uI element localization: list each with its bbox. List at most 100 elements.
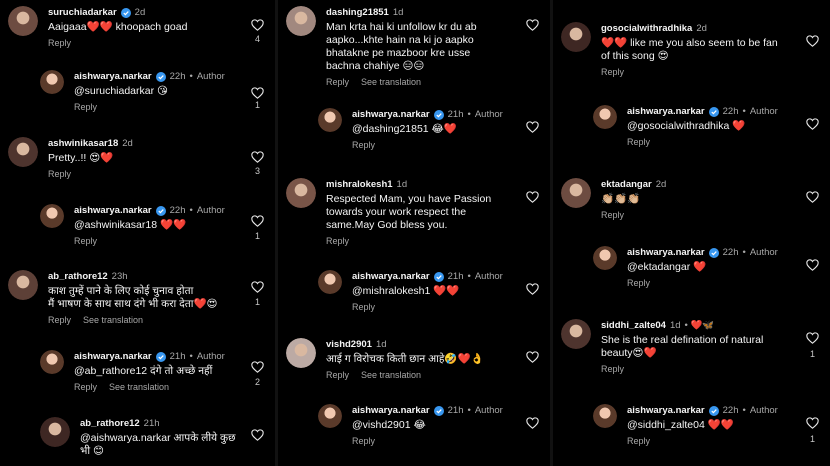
like-heart-icon[interactable] [806, 258, 819, 271]
avatar-image [40, 350, 64, 374]
comment-actions: Reply [627, 278, 662, 288]
separator-dot: • [467, 405, 471, 416]
comment-text: @siddhi_zalte04 ❤️❤️ [627, 419, 734, 431]
like-heart-icon[interactable] [251, 360, 264, 373]
comment-text: Respected Mam, you have Passion towards … [326, 193, 492, 231]
username-link[interactable]: siddhi_zalte04 [601, 320, 666, 331]
avatar-image [40, 417, 70, 447]
comment-header: aishwarya.narkar 22h • Author [74, 205, 225, 216]
like-heart-icon[interactable] [251, 18, 264, 31]
reply-button[interactable]: Reply [627, 278, 650, 288]
comment-text: 👏🏼👏🏼👏🏼 [601, 193, 641, 205]
author-label: Author [474, 271, 503, 282]
avatar[interactable] [40, 204, 64, 228]
username-link[interactable]: aishwarya.narkar [352, 271, 430, 282]
username-link[interactable]: mishralokesh1 [326, 179, 393, 190]
comment-header: mishralokesh1 1d [326, 179, 407, 190]
comment-timestamp: 23h [111, 271, 128, 282]
username-link[interactable]: aishwarya.narkar [627, 106, 705, 117]
avatar[interactable] [8, 6, 38, 36]
see-translation-button[interactable]: See translation [83, 315, 143, 325]
username-link[interactable]: aishwarya.narkar [352, 405, 430, 416]
reply-button[interactable]: Reply [326, 77, 349, 87]
like-heart-icon[interactable] [526, 18, 539, 31]
reply-button[interactable]: Reply [352, 140, 375, 150]
like-heart-icon[interactable] [251, 150, 264, 163]
reply-button[interactable]: Reply [48, 38, 71, 48]
reply-button[interactable]: Reply [601, 364, 624, 374]
like-heart-icon[interactable] [251, 214, 264, 227]
reply-button[interactable]: Reply [326, 370, 349, 380]
avatar[interactable] [318, 108, 342, 132]
avatar[interactable] [318, 270, 342, 294]
reply-button[interactable]: Reply [627, 137, 650, 147]
comment-header: gosocialwithradhika 2d [601, 23, 707, 34]
avatar[interactable] [286, 178, 316, 208]
reply-button[interactable]: Reply [601, 67, 624, 77]
see-translation-button[interactable]: See translation [361, 77, 421, 87]
username-link[interactable]: suruchiadarkar [48, 7, 117, 18]
username-link[interactable]: ashwinikasar18 [48, 138, 118, 149]
like-heart-icon[interactable] [806, 331, 819, 344]
reply-button[interactable]: Reply [326, 236, 349, 246]
reply-button[interactable]: Reply [74, 236, 97, 246]
like-heart-icon[interactable] [526, 416, 539, 429]
avatar[interactable] [561, 22, 591, 52]
reply-button[interactable]: Reply [352, 436, 375, 446]
avatar[interactable] [561, 319, 591, 349]
separator-dot: • [189, 71, 193, 82]
avatar[interactable] [40, 350, 64, 374]
username-link[interactable]: aishwarya.narkar [74, 351, 152, 362]
reply-button[interactable]: Reply [74, 102, 97, 112]
like-heart-icon[interactable] [251, 280, 264, 293]
username-link[interactable]: aishwarya.narkar [627, 405, 705, 416]
username-link[interactable]: ektadangar [601, 179, 652, 190]
reply-button[interactable]: Reply [74, 382, 97, 392]
username-link[interactable]: aishwarya.narkar [74, 71, 152, 82]
reply-button[interactable]: Reply [627, 436, 650, 446]
like-heart-icon[interactable] [806, 190, 819, 203]
like-heart-icon[interactable] [526, 350, 539, 363]
avatar[interactable] [8, 270, 38, 300]
reply-button[interactable]: Reply [352, 302, 375, 312]
comment-timestamp: 1d [375, 339, 387, 350]
avatar[interactable] [593, 404, 617, 428]
username-link[interactable]: aishwarya.narkar [74, 205, 152, 216]
avatar[interactable] [8, 137, 38, 167]
avatar[interactable] [40, 70, 64, 94]
username-link[interactable]: aishwarya.narkar [352, 109, 430, 120]
separator-dot: • [742, 405, 746, 416]
like-heart-icon[interactable] [806, 34, 819, 47]
avatar[interactable] [318, 404, 342, 428]
avatar[interactable] [286, 6, 316, 36]
username-link[interactable]: vishd2901 [326, 339, 372, 350]
username-link[interactable]: aishwarya.narkar [627, 247, 705, 258]
username-link[interactable]: gosocialwithradhika [601, 23, 692, 34]
reply-button[interactable]: Reply [601, 210, 624, 220]
like-heart-icon[interactable] [806, 117, 819, 130]
like-heart-icon[interactable] [526, 282, 539, 295]
username-link[interactable]: dashing21851 [326, 7, 389, 18]
username-link[interactable]: ab_rathore12 [80, 418, 140, 429]
avatar[interactable] [593, 246, 617, 270]
see-translation-button[interactable]: See translation [109, 382, 169, 392]
like-heart-icon[interactable] [526, 120, 539, 133]
comment-actions: Reply [48, 38, 83, 48]
avatar-image [561, 178, 591, 208]
avatar[interactable] [593, 105, 617, 129]
verified-badge-icon [155, 351, 166, 362]
avatar[interactable] [40, 417, 70, 447]
reply-button[interactable]: Reply [48, 315, 71, 325]
like-heart-icon[interactable] [251, 428, 264, 441]
avatar[interactable] [561, 178, 591, 208]
username-link[interactable]: ab_rathore12 [48, 271, 108, 282]
see-translation-button[interactable]: See translation [361, 370, 421, 380]
comment-header: siddhi_zalte04 1d • ❤️🦋 [601, 320, 714, 331]
author-label: Author [749, 247, 778, 258]
comment-header: aishwarya.narkar 22h • Author [74, 71, 225, 82]
like-heart-icon[interactable] [806, 416, 819, 429]
like-heart-icon[interactable] [251, 86, 264, 99]
like-heart-icon[interactable] [526, 190, 539, 203]
reply-button[interactable]: Reply [48, 169, 71, 179]
avatar[interactable] [286, 338, 316, 368]
